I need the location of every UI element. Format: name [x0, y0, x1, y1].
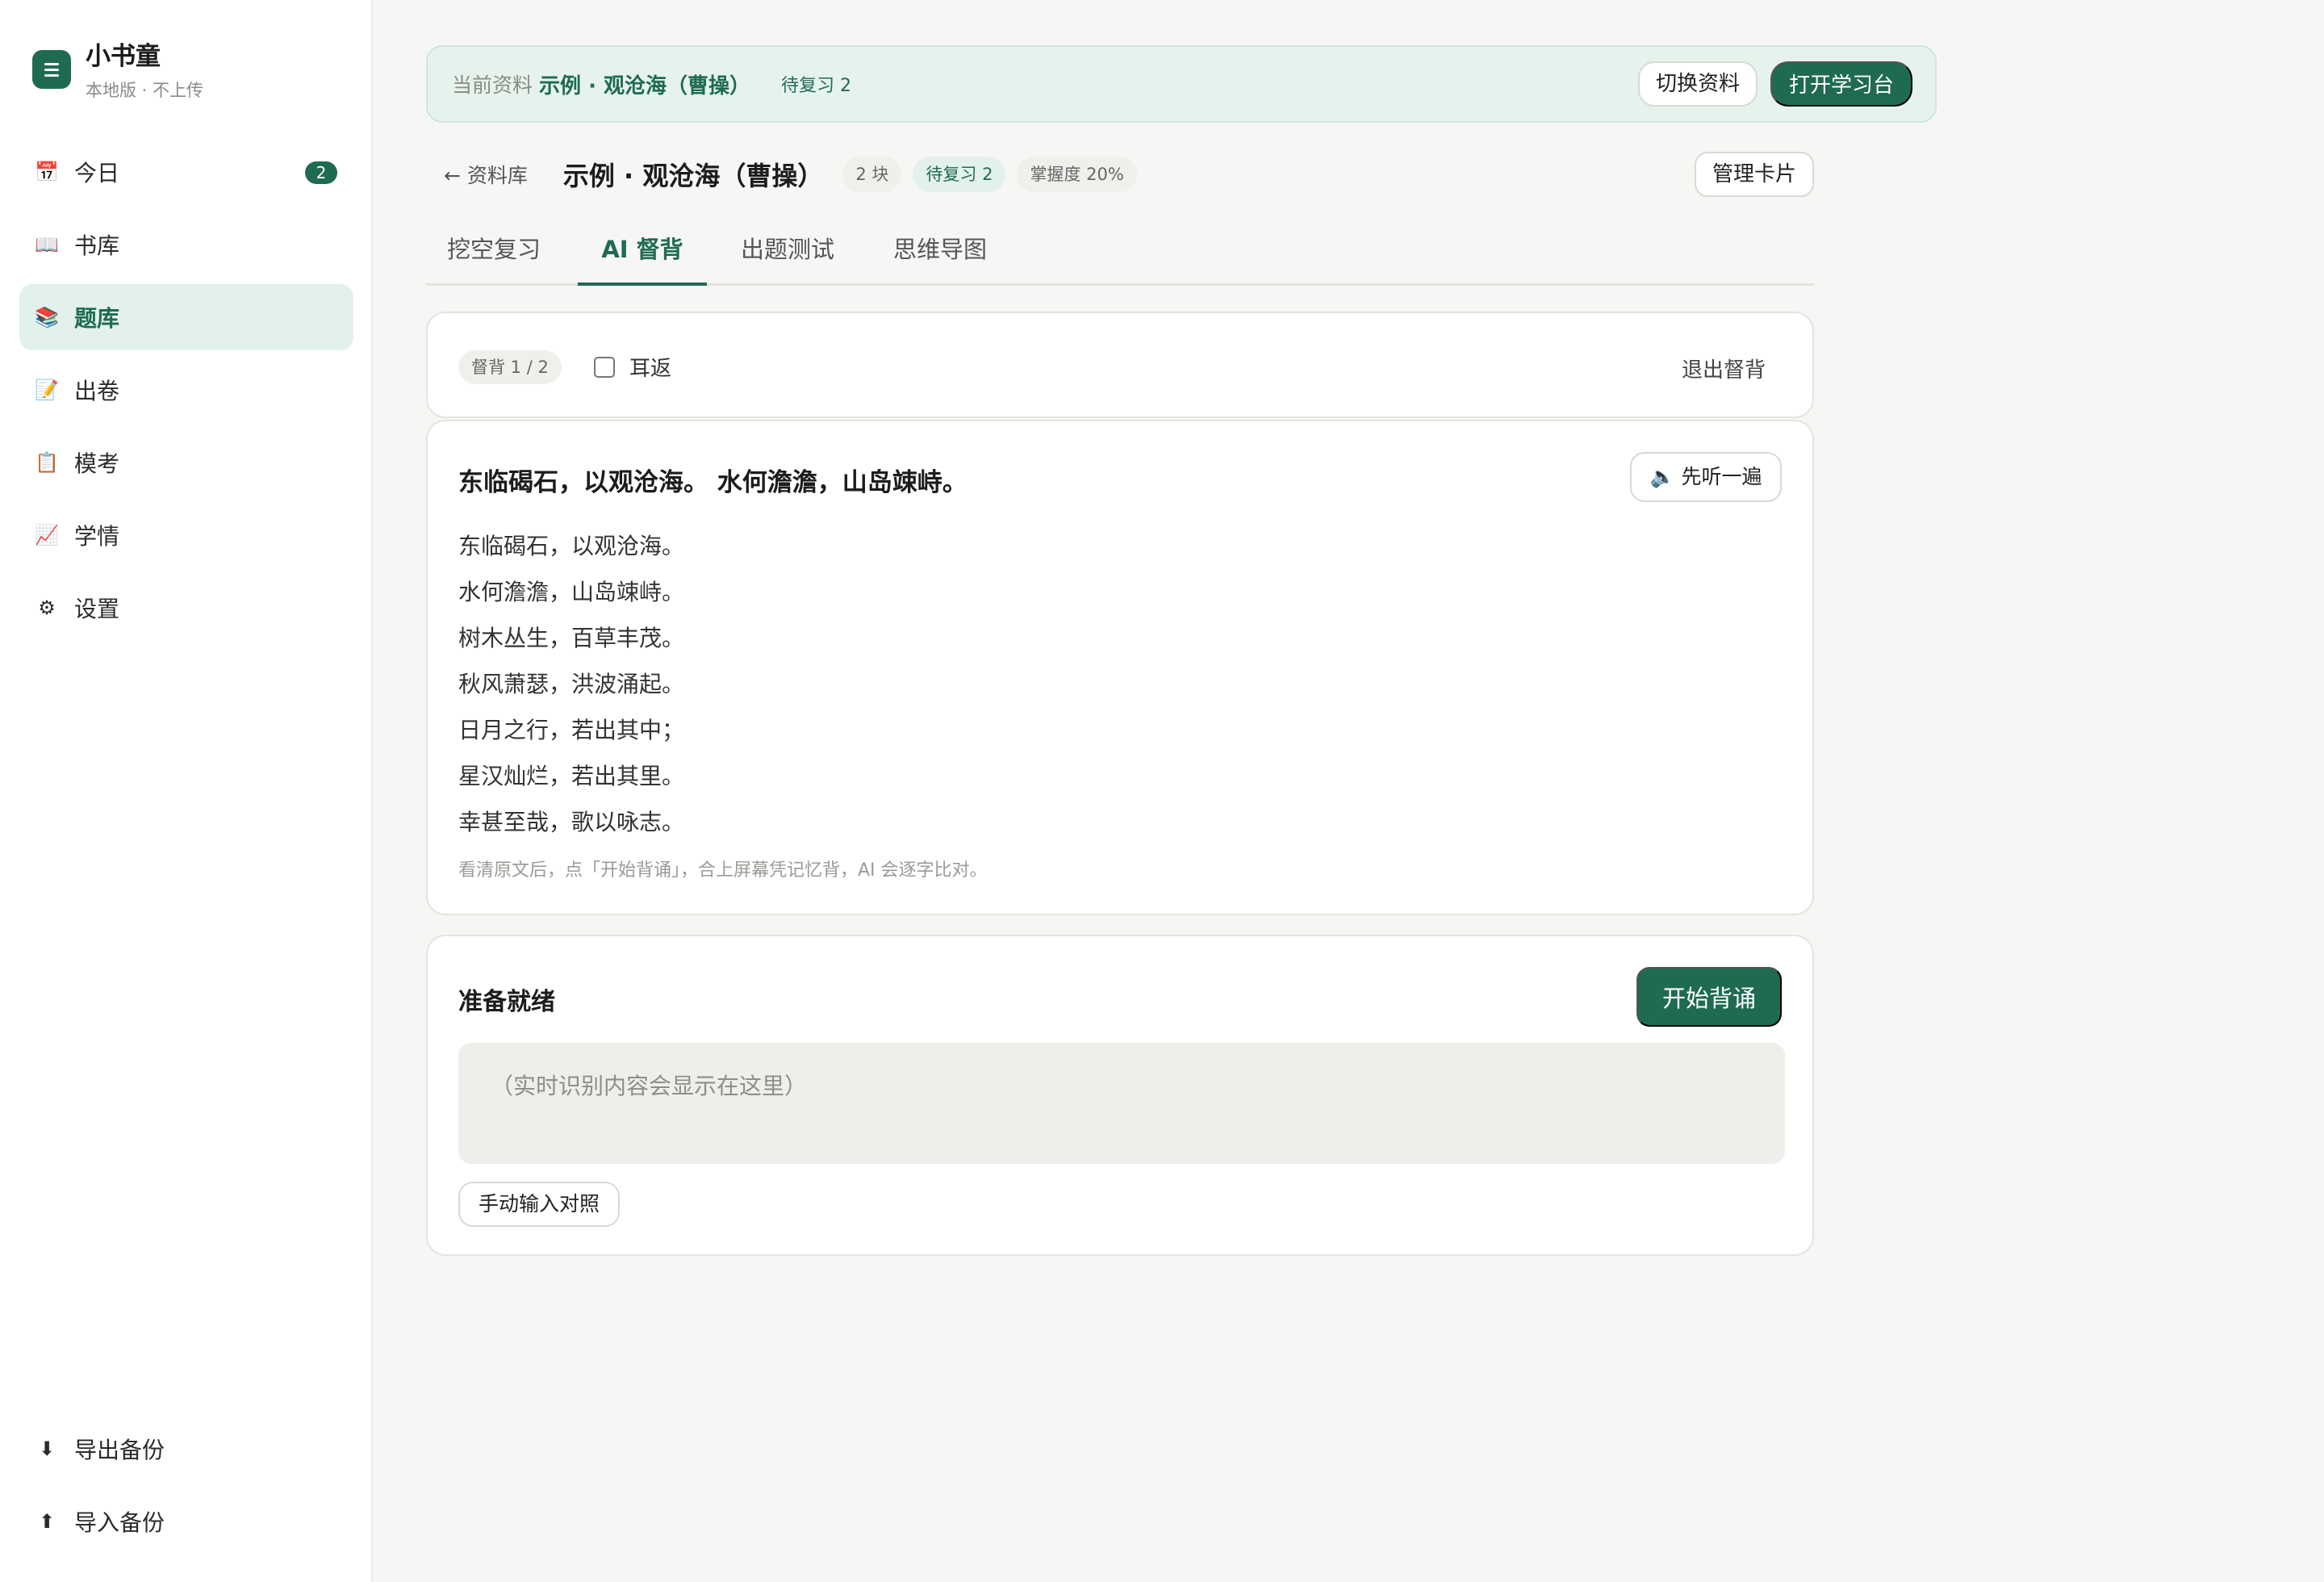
step-progress-badge: 督背 1 / 2: [458, 350, 562, 384]
app-logo-icon: [32, 50, 71, 89]
sidebar-nav: 📅 今日 2 📖 书库 📚 题库 📝 出卷 📋 模考 📈 学情 ⚙ 设置: [19, 139, 353, 647]
block-count-badge: 2 块: [842, 157, 902, 192]
echo-checkbox[interactable]: [594, 356, 615, 378]
speaker-icon: 🔈: [1649, 465, 1675, 488]
passage-line: 秋风萧瑟，洪波涌起。: [458, 671, 685, 697]
passage-line: 幸甚至哉，歌以咏志。: [458, 809, 685, 835]
mastery-badge: 掌握度 20%: [1017, 157, 1137, 192]
start-recite-button[interactable]: 开始背诵: [1636, 967, 1782, 1027]
manage-cards-button[interactable]: 管理卡片: [1695, 152, 1814, 197]
passage-card: 东临碣石，以观沧海。 水何澹澹，山岛竦峙。 🔈 先听一遍 东临碣石，以观沧海。 …: [426, 420, 1814, 915]
open-study-desk-button[interactable]: 打开学习台: [1770, 61, 1912, 107]
calendar-icon: 📅: [35, 161, 59, 183]
banner-material-title: 示例 · 观沧海（曹操）: [539, 73, 750, 98]
passage-text: 东临碣石，以观沧海。 水何澹澹，山岛竦峙。 树木丛生，百草丰茂。 秋风萧瑟，洪波…: [458, 523, 684, 845]
books-icon: 📚: [35, 306, 59, 329]
passage-line: 日月之行，若出其中；: [458, 717, 685, 743]
sidebar-item-label: 导入备份: [74, 1509, 165, 1536]
echo-toggle[interactable]: 耳返: [594, 352, 671, 382]
sidebar-item-stats[interactable]: 📈 学情: [19, 502, 353, 568]
passage-line: 星汉灿烂，若出其里。: [458, 763, 685, 789]
sidebar-item-today[interactable]: 📅 今日 2: [19, 139, 353, 205]
sidebar-item-library[interactable]: 📖 书库: [19, 211, 353, 278]
echo-label: 耳返: [629, 357, 672, 381]
app-title: 小书童: [86, 42, 161, 71]
sidebar-footer: ⬇ 导出备份 ⬆ 导入备份: [19, 1416, 353, 1561]
sidebar-item-label: 学情: [74, 523, 120, 550]
sidebar-item-label: 出卷: [74, 378, 120, 404]
passage-line: 水何澹澹，山岛竦峙。: [458, 579, 685, 605]
app-subtitle: 本地版 · 不上传: [86, 81, 204, 100]
banner-due-count: 待复习 2: [781, 76, 851, 96]
tab-mind-map[interactable]: 思维导图: [884, 220, 996, 286]
passage-line: 东临碣石，以观沧海。: [458, 533, 685, 559]
brand: 小书童 本地版 · 不上传: [32, 40, 203, 102]
chart-icon: 📈: [35, 524, 59, 546]
memo-icon: 📝: [35, 379, 59, 401]
passage-heading: 东临碣石，以观沧海。 水何澹澹，山岛竦峙。: [458, 468, 968, 497]
back-to-library-link[interactable]: ← 资料库: [444, 160, 528, 189]
page-title: 示例 · 观沧海（曹操）: [562, 161, 824, 191]
tab-quiz[interactable]: 出题测试: [733, 220, 842, 286]
sidebar-item-label: 今日: [74, 160, 120, 186]
book-icon: 📖: [35, 233, 59, 256]
banner-label: 当前资料: [452, 73, 533, 97]
recite-hint: 看清原文后，点「开始背诵」，合上屏幕凭记忆背，AI 会逐字比对。: [458, 860, 988, 881]
sidebar-item-make-paper[interactable]: 📝 出卷: [19, 357, 353, 423]
listen-first-button[interactable]: 🔈 先听一遍: [1630, 452, 1782, 502]
clipboard-icon: 📋: [35, 451, 59, 474]
sidebar-item-settings[interactable]: ⚙ 设置: [19, 575, 353, 641]
sidebar-item-label: 设置: [74, 596, 120, 622]
live-transcript-area: （实时识别内容会显示在这里）: [458, 1043, 1785, 1164]
sidebar-item-question-bank[interactable]: 📚 题库: [19, 284, 353, 350]
mode-tabs: 挖空复习 AI 督背 出题测试 思维导图: [426, 220, 1814, 286]
import-backup-button[interactable]: ⬆ 导入备份: [19, 1488, 353, 1555]
tab-cloze-review[interactable]: 挖空复习: [442, 220, 545, 286]
recite-card: 准备就绪 开始背诵 （实时识别内容会显示在这里） 手动输入对照: [426, 935, 1814, 1256]
exit-recite-button[interactable]: 退出督背: [1682, 354, 1766, 383]
due-badge: 待复习 2: [913, 157, 1006, 192]
sidebar-item-mock-exam[interactable]: 📋 模考: [19, 429, 353, 496]
download-icon: ⬇: [38, 1438, 56, 1460]
material-header: ← 资料库 示例 · 观沧海（曹操） 2 块 待复习 2 掌握度 20% 管理卡…: [426, 150, 1814, 199]
recite-session-bar: 督背 1 / 2 耳返 退出督背: [426, 312, 1814, 418]
sidebar-item-label: 模考: [74, 450, 120, 477]
sidebar: 小书童 本地版 · 不上传 📅 今日 2 📖 书库 📚 题库 📝 出卷 📋 模考…: [0, 0, 373, 1582]
upload-icon: ⬆: [38, 1510, 56, 1533]
due-count-badge: 2: [305, 161, 337, 184]
passage-line: 树木丛生，百草丰茂。: [458, 625, 685, 651]
current-material-banner: 当前资料 示例 · 观沧海（曹操） 待复习 2 切换资料 打开学习台: [426, 45, 1937, 123]
export-backup-button[interactable]: ⬇ 导出备份: [19, 1416, 353, 1482]
recite-status-title: 准备就绪: [458, 988, 555, 1016]
listen-label: 先听一遍: [1681, 465, 1762, 488]
tab-ai-recite[interactable]: AI 督背: [578, 220, 707, 286]
sidebar-item-label: 导出备份: [74, 1437, 165, 1463]
gear-icon: ⚙: [38, 596, 56, 619]
sidebar-item-label: 题库: [74, 305, 120, 332]
switch-material-button[interactable]: 切换资料: [1638, 61, 1758, 107]
sidebar-item-label: 书库: [74, 232, 120, 259]
manual-input-button[interactable]: 手动输入对照: [458, 1182, 620, 1227]
